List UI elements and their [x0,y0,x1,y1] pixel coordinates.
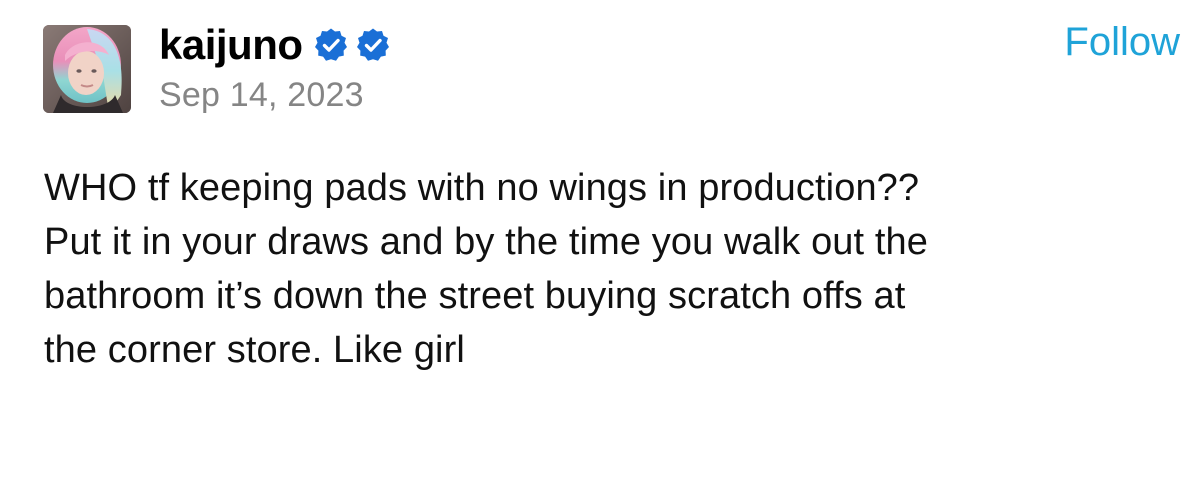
badges [313,27,391,63]
author-avatar[interactable] [43,25,131,113]
post-body: WHO tf keeping pads with no wings in pro… [44,161,1184,377]
post-body-line: the corner store. Like girl [44,329,465,371]
post-body-line: Put it in your draws and by the time you… [44,221,928,263]
verified-badge-icon[interactable] [355,27,391,63]
post-card: kaijuno Sep 14, 2023 Follow WHO tf keepi… [0,0,1200,494]
follow-button[interactable]: Follow [1064,22,1180,62]
post-date[interactable]: Sep 14, 2023 [159,78,364,112]
verified-badge-icon[interactable] [313,27,349,63]
post-body-line: WHO tf keeping pads with no wings in pro… [44,167,920,209]
avatar-image [43,25,131,113]
author-header: kaijuno [159,17,391,73]
post-body-line: bathroom it’s down the street buying scr… [44,275,906,317]
author-username[interactable]: kaijuno [159,24,303,66]
